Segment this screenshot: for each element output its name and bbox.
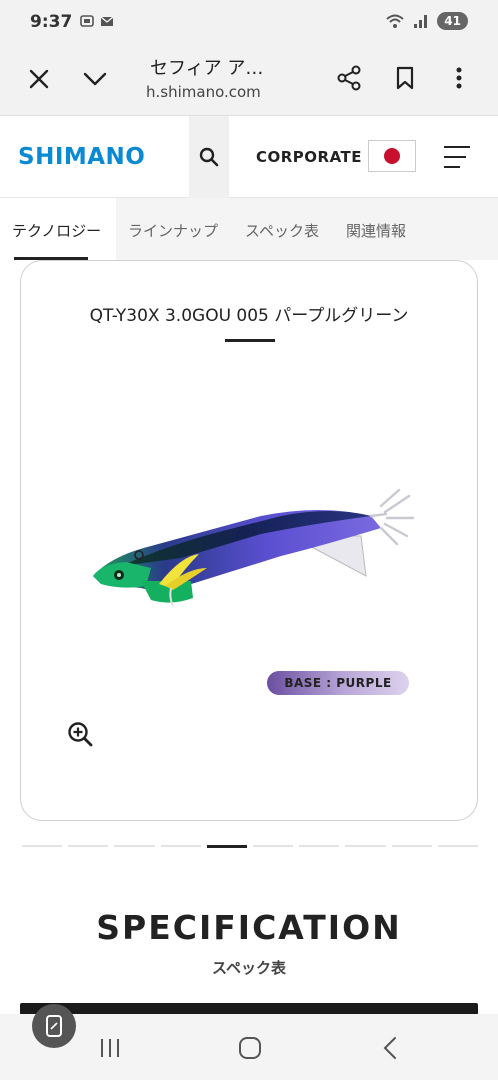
tab-label: テクノロジー	[12, 222, 102, 240]
close-icon[interactable]	[24, 64, 54, 94]
specification-subtitle: スペック表	[212, 959, 286, 977]
pager-dot[interactable]	[253, 845, 294, 847]
back-icon[interactable]	[376, 1034, 404, 1062]
home-icon[interactable]	[236, 1034, 264, 1062]
phone-screen-icon[interactable]	[32, 1004, 76, 1048]
pager-dot[interactable]	[68, 845, 109, 847]
chevron-down-icon[interactable]	[80, 64, 110, 94]
pager-dot[interactable]	[345, 845, 386, 847]
search-icon	[199, 147, 219, 167]
tab-related[interactable]: 関連情報	[334, 198, 434, 260]
wifi-icon	[386, 14, 404, 28]
menu-icon[interactable]	[444, 146, 470, 168]
pager-dot[interactable]	[114, 845, 155, 847]
pager-dot[interactable]	[437, 845, 479, 847]
browser-toolbar: セフィア ア… h.shimano.com	[0, 44, 498, 116]
share-icon[interactable]	[334, 62, 364, 94]
page-title: セフィア ア…	[150, 58, 264, 79]
product-card: QT-Y30X 3.0GOU 005 パープルグリーン BASE: PURPL…	[20, 260, 478, 821]
title-divider	[225, 339, 275, 342]
battery-indicator: 41	[437, 12, 468, 30]
product-tabs: テクノロジー ラインナップ スペック表 関連情報	[0, 198, 498, 260]
pager-dot[interactable]	[206, 845, 248, 848]
pager-dot[interactable]	[391, 845, 432, 847]
base-color-badge: BASE : PURPLE	[267, 671, 409, 695]
recent-apps-icon[interactable]	[96, 1036, 124, 1060]
tab-technology[interactable]: テクノロジー	[0, 198, 116, 260]
site-header: SHIMANO CORPORATE	[0, 116, 498, 198]
pager-dot[interactable]	[22, 845, 63, 847]
system-icons: 41	[385, 12, 468, 30]
tab-label: ラインナップ	[128, 222, 219, 240]
tab-lineup[interactable]: ラインナップ	[116, 198, 233, 260]
shimano-logo[interactable]: SHIMANO	[18, 144, 145, 170]
specification-title: SPECIFICATION	[96, 908, 402, 947]
status-bar: 9:37 41	[0, 0, 498, 44]
tab-label: 関連情報	[346, 222, 407, 240]
notification-icons	[80, 14, 114, 28]
signal-icon	[414, 15, 428, 28]
product-title: QT-Y30X 3.0GOU 005 パープルグリーン	[89, 306, 409, 326]
tab-label: スペック表	[245, 222, 319, 240]
page-url[interactable]: h.shimano.com	[146, 83, 261, 101]
bookmark-icon[interactable]	[390, 62, 420, 94]
mail-icon	[100, 16, 114, 26]
more-vert-icon[interactable]	[446, 62, 472, 94]
status-time: 9:37	[30, 12, 73, 32]
pager-dot[interactable]	[160, 845, 201, 847]
screenshot-icon	[80, 15, 94, 27]
image-pager	[22, 845, 479, 848]
product-image	[93, 488, 415, 607]
japan-flag-icon[interactable]	[368, 140, 416, 172]
search-button[interactable]	[189, 116, 229, 198]
tab-spec[interactable]: スペック表	[233, 198, 334, 260]
pager-dot[interactable]	[299, 845, 340, 847]
zoom-in-icon[interactable]	[67, 721, 95, 753]
corporate-link[interactable]: CORPORATE	[256, 148, 362, 166]
